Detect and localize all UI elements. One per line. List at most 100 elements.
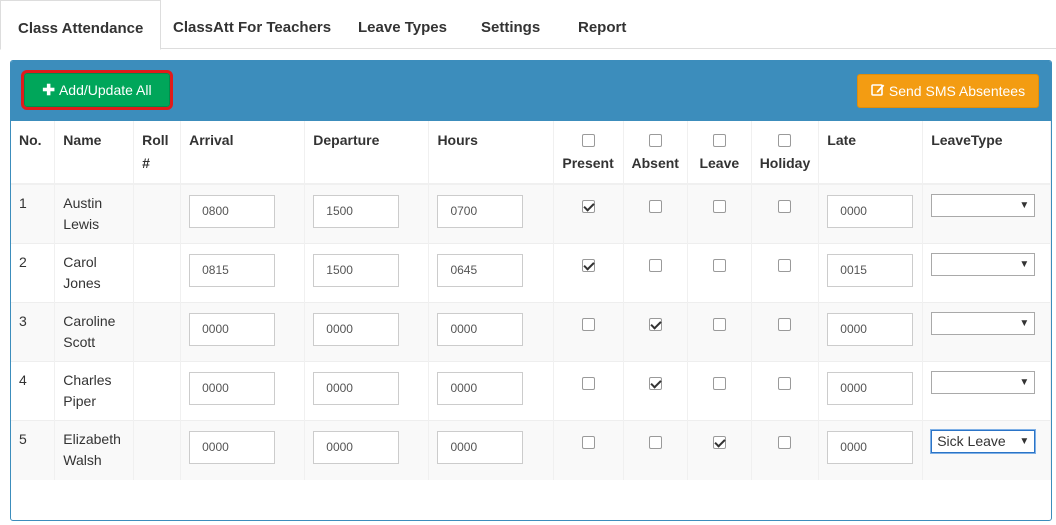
arrival-input[interactable]: 0000 [189, 313, 276, 346]
tab-class-attendance[interactable]: Class Attendance [0, 0, 162, 50]
holiday-checkbox[interactable] [778, 317, 792, 331]
leave-checkbox[interactable] [712, 435, 726, 449]
present-checkbox[interactable] [581, 317, 595, 331]
leavetype-select[interactable]: ▼ [931, 312, 1036, 335]
col-leave-label: Leave [699, 155, 740, 171]
add-update-all-label: Add/Update All [58, 82, 152, 98]
late-cell: 0000 [818, 183, 924, 244]
late-input[interactable]: 0015 [827, 254, 914, 287]
leavetype-select[interactable]: ▼ [931, 253, 1036, 276]
absent-cell [623, 420, 688, 480]
student-name: Carol Jones [54, 243, 135, 303]
absent-checkbox[interactable] [648, 317, 662, 331]
arrival-input[interactable]: 0000 [189, 372, 276, 405]
absent-checkbox[interactable] [648, 258, 662, 272]
tab-report[interactable]: Report [578, 0, 626, 49]
holiday-checkbox[interactable] [778, 435, 792, 449]
col-absent: Absent [623, 121, 688, 185]
hours-input[interactable]: 0000 [437, 313, 524, 346]
select-all-present-checkbox[interactable] [581, 133, 595, 147]
col-arrival: Arrival [180, 121, 306, 185]
departure-input[interactable]: 0000 [313, 372, 400, 405]
leavetype-cell: ▼ [922, 361, 1051, 421]
departure-input[interactable]: 1500 [313, 254, 400, 287]
roll-cell [133, 243, 182, 303]
hours-input[interactable]: 0645 [437, 254, 524, 287]
hours-input[interactable]: 0000 [437, 372, 524, 405]
holiday-checkbox[interactable] [778, 199, 792, 213]
hours-cell: 0645 [428, 243, 554, 303]
roll-cell [133, 302, 182, 362]
absent-cell [623, 183, 688, 244]
leavetype-select[interactable]: ▼ [931, 194, 1036, 217]
tab-classatt-for-teachers[interactable]: ClassAtt For Teachers [173, 0, 331, 49]
absent-cell [623, 302, 688, 362]
send-sms-absentees-button[interactable]: Send SMS Absentees [857, 74, 1039, 108]
arrival-input[interactable]: 0000 [189, 431, 276, 464]
leavetype-cell: ▼ [922, 302, 1051, 362]
leavetype-cell: ▼ [922, 243, 1051, 303]
present-checkbox[interactable] [581, 199, 595, 213]
leavetype-select[interactable]: Sick Leave ▼ [931, 430, 1036, 453]
first-name: Caroline [63, 313, 116, 329]
late-input[interactable]: 0000 [827, 372, 914, 405]
leave-checkbox[interactable] [712, 258, 726, 272]
late-input[interactable]: 0000 [827, 195, 914, 228]
leave-checkbox[interactable] [712, 199, 726, 213]
hours-input[interactable]: 0000 [437, 431, 524, 464]
last-name: Walsh [63, 452, 102, 468]
holiday-checkbox[interactable] [778, 376, 792, 390]
arrival-input[interactable]: 0800 [189, 195, 276, 228]
leave-checkbox[interactable] [712, 376, 726, 390]
select-all-leave-checkbox[interactable] [712, 133, 726, 147]
tab-settings[interactable]: Settings [481, 0, 540, 49]
hours-input[interactable]: 0700 [437, 195, 524, 228]
leavetype-cell: ▼ [922, 183, 1051, 244]
select-all-absent-checkbox[interactable] [648, 133, 662, 147]
holiday-cell [751, 243, 820, 303]
col-roll: Roll # [133, 121, 182, 185]
table-row: 1 Austin Lewis 0800 1500 0700 0000 ▼ [11, 183, 1051, 244]
present-cell [553, 302, 624, 362]
arrival-cell: 0000 [180, 361, 306, 421]
col-leavetype: LeaveType [922, 121, 1051, 185]
leave-cell [687, 302, 752, 362]
absent-checkbox[interactable] [648, 199, 662, 213]
late-input[interactable]: 0000 [827, 431, 914, 464]
absent-checkbox[interactable] [648, 435, 662, 449]
caret-down-icon: ▼ [1019, 200, 1030, 211]
leavetype-select[interactable]: ▼ [931, 371, 1036, 394]
tab-leave-types[interactable]: Leave Types [358, 0, 447, 49]
present-cell [553, 243, 624, 303]
leave-checkbox[interactable] [712, 317, 726, 331]
present-checkbox[interactable] [581, 258, 595, 272]
caret-down-icon: ▼ [1019, 377, 1030, 388]
absent-cell [623, 243, 688, 303]
student-name: Austin Lewis [54, 183, 135, 244]
col-present: Present [553, 121, 624, 185]
departure-input[interactable]: 0000 [313, 431, 400, 464]
last-name: Scott [63, 334, 96, 350]
arrival-cell: 0000 [180, 420, 306, 480]
late-input[interactable]: 0000 [827, 313, 914, 346]
first-name: Carol [63, 254, 97, 270]
departure-input[interactable]: 0000 [313, 313, 400, 346]
leavetype-cell: Sick Leave ▼ [922, 420, 1051, 480]
holiday-checkbox[interactable] [778, 258, 792, 272]
select-all-holiday-checkbox[interactable] [778, 133, 792, 147]
attendance-table: No. Name Roll # Arrival Departure Hours … [11, 121, 1051, 480]
present-checkbox[interactable] [581, 376, 595, 390]
hours-cell: 0000 [428, 302, 554, 362]
leavetype-value: Sick Leave [937, 433, 1006, 449]
departure-cell: 1500 [304, 243, 430, 303]
add-update-all-button[interactable]: ✚ Add/Update All [21, 70, 173, 110]
leave-cell [687, 420, 752, 480]
leave-cell [687, 183, 752, 244]
present-checkbox[interactable] [581, 435, 595, 449]
holiday-cell [751, 361, 820, 421]
arrival-input[interactable]: 0815 [189, 254, 276, 287]
row-no: 1 [11, 183, 56, 244]
first-name: Elizabeth [63, 431, 121, 447]
departure-input[interactable]: 1500 [313, 195, 400, 228]
absent-checkbox[interactable] [648, 376, 662, 390]
